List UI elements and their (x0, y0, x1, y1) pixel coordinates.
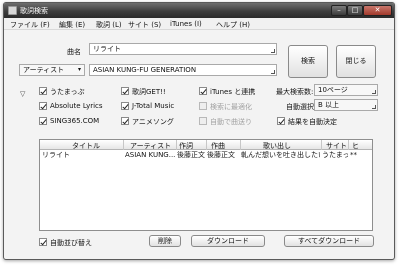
site-checkbox-kashiget[interactable] (121, 87, 129, 95)
column-header-first-line[interactable]: 歌い出し (263, 141, 291, 151)
title-bar: 歌詞検索 – □ ✕ (4, 3, 394, 18)
table-header: タイトル アーティスト 作詞 作曲 歌い出し サイト ヒ (40, 140, 372, 150)
window-title: 歌詞検索 (20, 7, 48, 15)
download-button[interactable]: ダウンロード (191, 235, 265, 247)
auto-advance-label: 自動で曲送り (210, 118, 252, 126)
menu-site[interactable]: サイト (S) (128, 20, 161, 30)
chevron-down-icon: ▾ (77, 66, 81, 73)
site-label-absolute-lyrics: Absolute Lyrics (50, 102, 103, 110)
column-divider[interactable] (321, 140, 322, 150)
cell-artist: ASIAN KUNG... (125, 151, 175, 159)
max-results-label: 最大検索数: (276, 88, 314, 96)
close-button[interactable]: 閉じる (336, 45, 376, 78)
song-title-value: リライト (93, 45, 121, 53)
optimize-search-label: 検索に最適化 (210, 103, 252, 111)
minimize-icon[interactable]: – (331, 5, 347, 16)
download-all-button[interactable]: すべてダウンロード (284, 235, 374, 247)
itunes-link-checkbox[interactable] (199, 87, 207, 95)
max-results-value: 10ページ (318, 86, 348, 94)
app-icon (8, 6, 17, 15)
menu-bar: ファイル (F) 編集 (E) 歌詞 (L) サイト (S) iTunes (I… (4, 18, 394, 30)
column-header-artist[interactable]: アーティスト (130, 141, 171, 151)
auto-select-value: B 以上 (318, 101, 340, 109)
column-divider[interactable] (240, 140, 241, 150)
table-row[interactable]: リライト ASIAN KUNG... 後藤正文 後藤正文 軋んだ想いを吐き出した… (40, 151, 372, 159)
cell-hit: ** (350, 151, 357, 159)
auto-decide-checkbox[interactable] (277, 117, 285, 125)
artist-value: ASIAN KUNG-FU GENERATION (93, 66, 197, 74)
column-divider[interactable] (123, 140, 124, 150)
cell-first-line: 軋んだ想いを吐き出したい... (241, 151, 320, 159)
site-checkbox-utamap[interactable] (39, 87, 47, 95)
search-mode-value: アーティスト (23, 66, 65, 74)
site-label-jtotal: J-Total Music (132, 102, 175, 110)
menu-file[interactable]: ファイル (F) (10, 20, 50, 30)
resize-grip-icon (372, 90, 376, 94)
optimize-search-checkbox[interactable] (199, 102, 207, 110)
resize-grip-icon (372, 105, 376, 109)
auto-select-label: 自動選択: (286, 103, 317, 111)
cell-title: リライト (42, 151, 70, 159)
auto-decide-label: 結果を自動決定 (288, 118, 337, 126)
column-header-site[interactable]: サイト (326, 141, 347, 151)
itunes-link-label: iTunes と連携 (210, 88, 256, 96)
column-header-lyricist[interactable]: 作詞 (179, 141, 193, 151)
auto-select-select[interactable]: B 以上 (314, 99, 378, 111)
menu-help[interactable]: ヘルプ (H) (216, 20, 250, 30)
menu-edit[interactable]: 編集 (E) (59, 20, 85, 30)
site-label-utamap: うたまっぷ (50, 88, 85, 96)
site-checkbox-jtotal[interactable] (121, 102, 129, 110)
site-label-sing365: SING365.COM (50, 117, 100, 125)
search-mode-select[interactable]: アーティスト ▾ (19, 64, 85, 76)
song-title-input[interactable]: リライト (89, 43, 277, 55)
column-header-hit[interactable]: ヒ (352, 141, 359, 151)
collapse-triangle-icon[interactable]: ▽ (20, 90, 25, 98)
lyrics-search-window: 歌詞検索 – □ ✕ ファイル (F) 編集 (E) 歌詞 (L) サイト (S… (3, 2, 395, 260)
search-button[interactable]: 検索 (288, 45, 328, 78)
song-title-label: 曲名 (67, 48, 81, 56)
site-label-kashiget: 歌詞GET!! (132, 88, 166, 96)
max-results-select[interactable]: 10ページ (314, 84, 378, 96)
column-divider[interactable] (176, 140, 177, 150)
menu-itunes[interactable]: iTunes (I) (170, 20, 202, 28)
column-divider[interactable] (206, 140, 207, 150)
close-window-icon[interactable]: ✕ (363, 5, 392, 16)
auto-sort-label: 自動並び替え (50, 239, 92, 247)
cell-lyricist: 後藤正文 (177, 151, 205, 159)
delete-button[interactable]: 削除 (149, 235, 181, 247)
resize-grip-icon (271, 49, 275, 53)
resize-grip-icon (271, 70, 275, 74)
artist-input[interactable]: ASIAN KUNG-FU GENERATION (89, 64, 277, 76)
site-checkbox-sing365[interactable] (39, 117, 47, 125)
cell-composer: 後藤正文 (207, 151, 235, 159)
column-header-title[interactable]: タイトル (72, 141, 100, 151)
column-header-composer[interactable]: 作曲 (211, 141, 225, 151)
maximize-icon[interactable]: □ (347, 5, 363, 16)
results-table[interactable]: タイトル アーティスト 作詞 作曲 歌い出し サイト ヒ リライト ASIAN … (39, 139, 373, 231)
auto-sort-checkbox[interactable] (39, 238, 47, 246)
auto-advance-checkbox[interactable] (199, 117, 207, 125)
cell-site: うたまっ... (322, 151, 348, 159)
site-checkbox-absolute-lyrics[interactable] (39, 102, 47, 110)
site-label-anime-song: アニメソング (132, 118, 174, 126)
menu-lyrics[interactable]: 歌詞 (L) (96, 20, 122, 30)
column-divider[interactable] (348, 140, 349, 150)
site-checkbox-anime-song[interactable] (121, 117, 129, 125)
